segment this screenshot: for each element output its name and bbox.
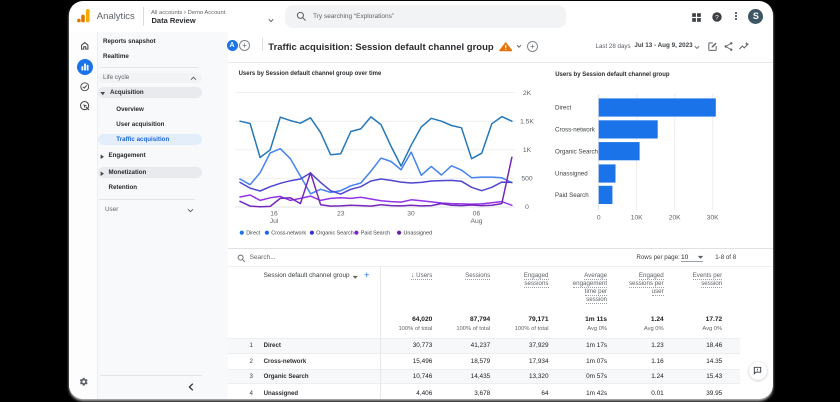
- svg-text:Paid Search: Paid Search: [555, 192, 589, 199]
- svg-text:Direct: Direct: [555, 105, 571, 112]
- svg-text:30K: 30K: [707, 215, 719, 222]
- svg-text:30: 30: [407, 211, 415, 218]
- svg-text:23: 23: [337, 211, 345, 218]
- svg-text:06: 06: [473, 211, 481, 218]
- svg-text:10K: 10K: [631, 215, 643, 222]
- svg-text:?: ?: [715, 14, 719, 21]
- svg-text:1.5K: 1.5K: [520, 118, 534, 125]
- svg-text:Paid Search: Paid Search: [361, 231, 390, 237]
- svg-text:Organic Search: Organic Search: [555, 148, 599, 155]
- svg-text:Jul: Jul: [270, 218, 279, 225]
- svg-text:Unassigned: Unassigned: [555, 171, 588, 178]
- svg-text:Unassigned: Unassigned: [404, 231, 432, 237]
- svg-text:Organic Search: Organic Search: [316, 231, 353, 237]
- svg-text:0: 0: [525, 204, 529, 211]
- svg-text:2K: 2K: [523, 90, 532, 97]
- svg-text:Aug: Aug: [471, 218, 483, 225]
- svg-text:0: 0: [597, 215, 601, 222]
- svg-text:Cross-network: Cross-network: [271, 231, 306, 237]
- svg-text:16: 16: [270, 211, 278, 218]
- svg-text:20K: 20K: [669, 215, 681, 222]
- svg-text:Cross-network: Cross-network: [555, 127, 596, 134]
- svg-text:1K: 1K: [523, 147, 532, 154]
- svg-text:500: 500: [521, 176, 532, 183]
- svg-text:Direct: Direct: [246, 231, 261, 237]
